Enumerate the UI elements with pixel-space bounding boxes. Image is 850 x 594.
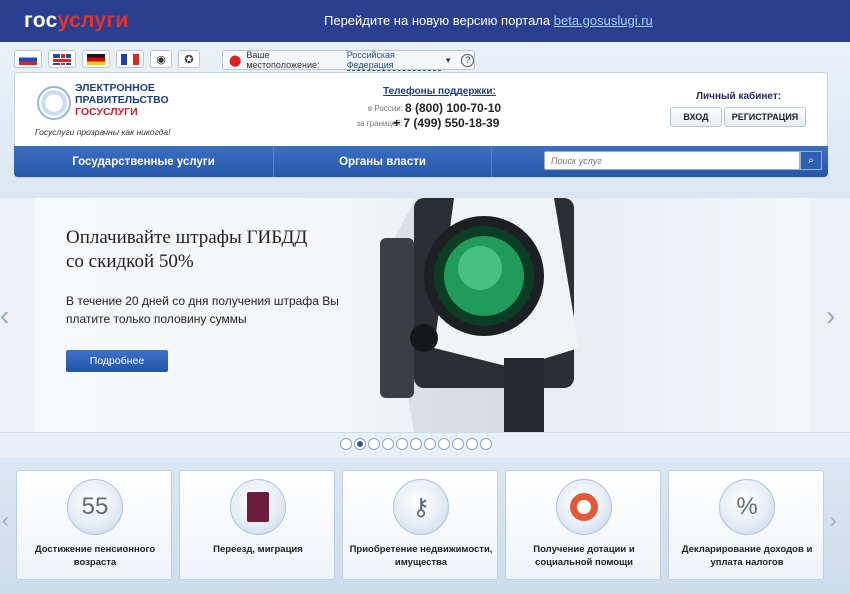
- search-button[interactable]: ⌕: [800, 151, 822, 170]
- slider-dots-bar: [0, 432, 850, 458]
- lifebuoy-icon: [556, 479, 612, 535]
- slider-dot[interactable]: [424, 438, 436, 450]
- location-bar: ⬤ Ваше местоположение: Российская Федера…: [222, 50, 475, 71]
- service-card-migration[interactable]: Переезд, миграция: [179, 470, 335, 580]
- slider-dot[interactable]: [354, 438, 366, 450]
- government-emblem-icon: [37, 86, 71, 120]
- lang-en-button[interactable]: [48, 50, 76, 68]
- banner-prev-arrow-icon[interactable]: ‹: [0, 300, 9, 332]
- brand-part1: гос: [24, 9, 58, 32]
- header: ◉ ✪ ⬤ Ваше местоположение: Российская Фе…: [0, 42, 850, 200]
- flag-de-icon: [87, 53, 105, 65]
- compass-icon[interactable]: ✪: [178, 50, 200, 68]
- banner-slide: Оплачивайте штрафы ГИБДД со скидкой 50% …: [34, 198, 810, 432]
- help-icon[interactable]: ?: [461, 53, 475, 67]
- search-input[interactable]: [544, 151, 800, 170]
- service-label: Приобретение недвижимости, имущества: [349, 544, 493, 568]
- slider-dot[interactable]: [410, 438, 422, 450]
- passport-icon: [230, 479, 286, 535]
- percent-symbol: %: [736, 493, 758, 520]
- lang-fr-button[interactable]: [116, 50, 144, 68]
- personal-cabinet-title: Личный кабинет:: [696, 91, 782, 102]
- lang-de-button[interactable]: [82, 50, 110, 68]
- keys-icon: ⚷: [393, 479, 449, 535]
- promo-banner: Оплачивайте штрафы ГИБДД со скидкой 50% …: [0, 198, 850, 432]
- service-label: Достижение пенсионного возраста: [34, 544, 156, 568]
- support-phones-title[interactable]: Телефоны поддержки:: [383, 86, 496, 97]
- dropdown-arrow-icon[interactable]: ▾: [446, 55, 451, 66]
- popular-services: 55 Достижение пенсионного возраста Перее…: [0, 458, 850, 594]
- register-button[interactable]: РЕГИСТРАЦИЯ: [724, 107, 806, 127]
- flag-ru-icon: [19, 53, 37, 65]
- new-version-message: Перейдите на новую версию портала beta.g…: [324, 13, 653, 28]
- phone-russia-label: в России:: [367, 104, 403, 113]
- service-card-taxes[interactable]: % Декларирование доходов и уплата налого…: [668, 470, 824, 580]
- top-bar: госуслуги Перейдите на новую версию порт…: [0, 0, 850, 42]
- traffic-light-image: [380, 198, 579, 432]
- language-bar: ◉ ✪: [14, 50, 200, 70]
- main-nav: Государственные услуги Органы власти ⌕: [14, 146, 828, 177]
- brand-part2: услуги: [57, 9, 129, 32]
- service-label: Получение дотации и социальной помощи: [533, 544, 635, 568]
- beta-link[interactable]: beta.gosuslugi.ru: [554, 13, 653, 28]
- service-label: Декларирование доходов и уплата налогов: [681, 544, 813, 568]
- new-version-text: Перейдите на новую версию портала: [324, 13, 551, 28]
- service-card-property[interactable]: ⚷ Приобретение недвижимости, имущества: [342, 470, 498, 580]
- location-label: Ваше местоположение:: [246, 50, 320, 70]
- logo-title[interactable]: ЭЛЕКТРОННОЕ ПРАВИТЕЛЬСТВО: [75, 82, 169, 106]
- calendar-day-text: 55: [81, 493, 109, 520]
- services-prev-arrow-icon[interactable]: ‹: [2, 510, 9, 533]
- logo-line3: ГОСУСЛУГИ: [75, 106, 138, 118]
- logo-line1: ЭЛЕКТРОННОЕ: [75, 82, 155, 94]
- services-next-arrow-icon[interactable]: ›: [830, 510, 837, 533]
- accessibility-eye-icon[interactable]: ◉: [150, 50, 172, 68]
- banner-next-arrow-icon[interactable]: ›: [826, 300, 835, 332]
- slider-dot[interactable]: [340, 438, 352, 450]
- slider-dot[interactable]: [480, 438, 492, 450]
- location-selector[interactable]: Российская Федерация: [346, 50, 441, 71]
- flag-fr-icon: [121, 53, 139, 65]
- slogan: Госуслуги прозрачны как никогда!: [35, 127, 171, 137]
- percent-icon: %: [719, 479, 775, 535]
- slider-dot[interactable]: [368, 438, 380, 450]
- slider-dot[interactable]: [452, 438, 464, 450]
- service-card-pension[interactable]: 55 Достижение пенсионного возраста: [16, 470, 172, 580]
- calendar-icon: 55: [67, 479, 123, 535]
- login-button[interactable]: ВХОД: [670, 107, 722, 127]
- slider-dot[interactable]: [466, 438, 478, 450]
- brand-logo[interactable]: госуслуги: [24, 9, 129, 33]
- slider-dot[interactable]: [396, 438, 408, 450]
- phone-russia-number: 8 (800) 100-70-10: [405, 101, 502, 115]
- slider-dot[interactable]: [438, 438, 450, 450]
- service-card-social-aid[interactable]: Получение дотации и социальной помощи: [505, 470, 661, 580]
- flag-uk-icon: [53, 53, 71, 65]
- location-pin-icon: ⬤: [229, 54, 242, 67]
- slider-dot[interactable]: [382, 438, 394, 450]
- nav-government-services[interactable]: Государственные услуги: [14, 146, 274, 177]
- search-icon: ⌕: [808, 155, 814, 166]
- slider-dots: [340, 438, 492, 450]
- phone-abroad-number: + 7 (499) 550-18-39: [393, 116, 500, 130]
- service-label: Переезд, миграция: [213, 544, 303, 555]
- logo-line2: ПРАВИТЕЛЬСТВО: [75, 94, 169, 106]
- lang-ru-button[interactable]: [14, 50, 42, 68]
- nav-authorities[interactable]: Органы власти: [274, 146, 492, 177]
